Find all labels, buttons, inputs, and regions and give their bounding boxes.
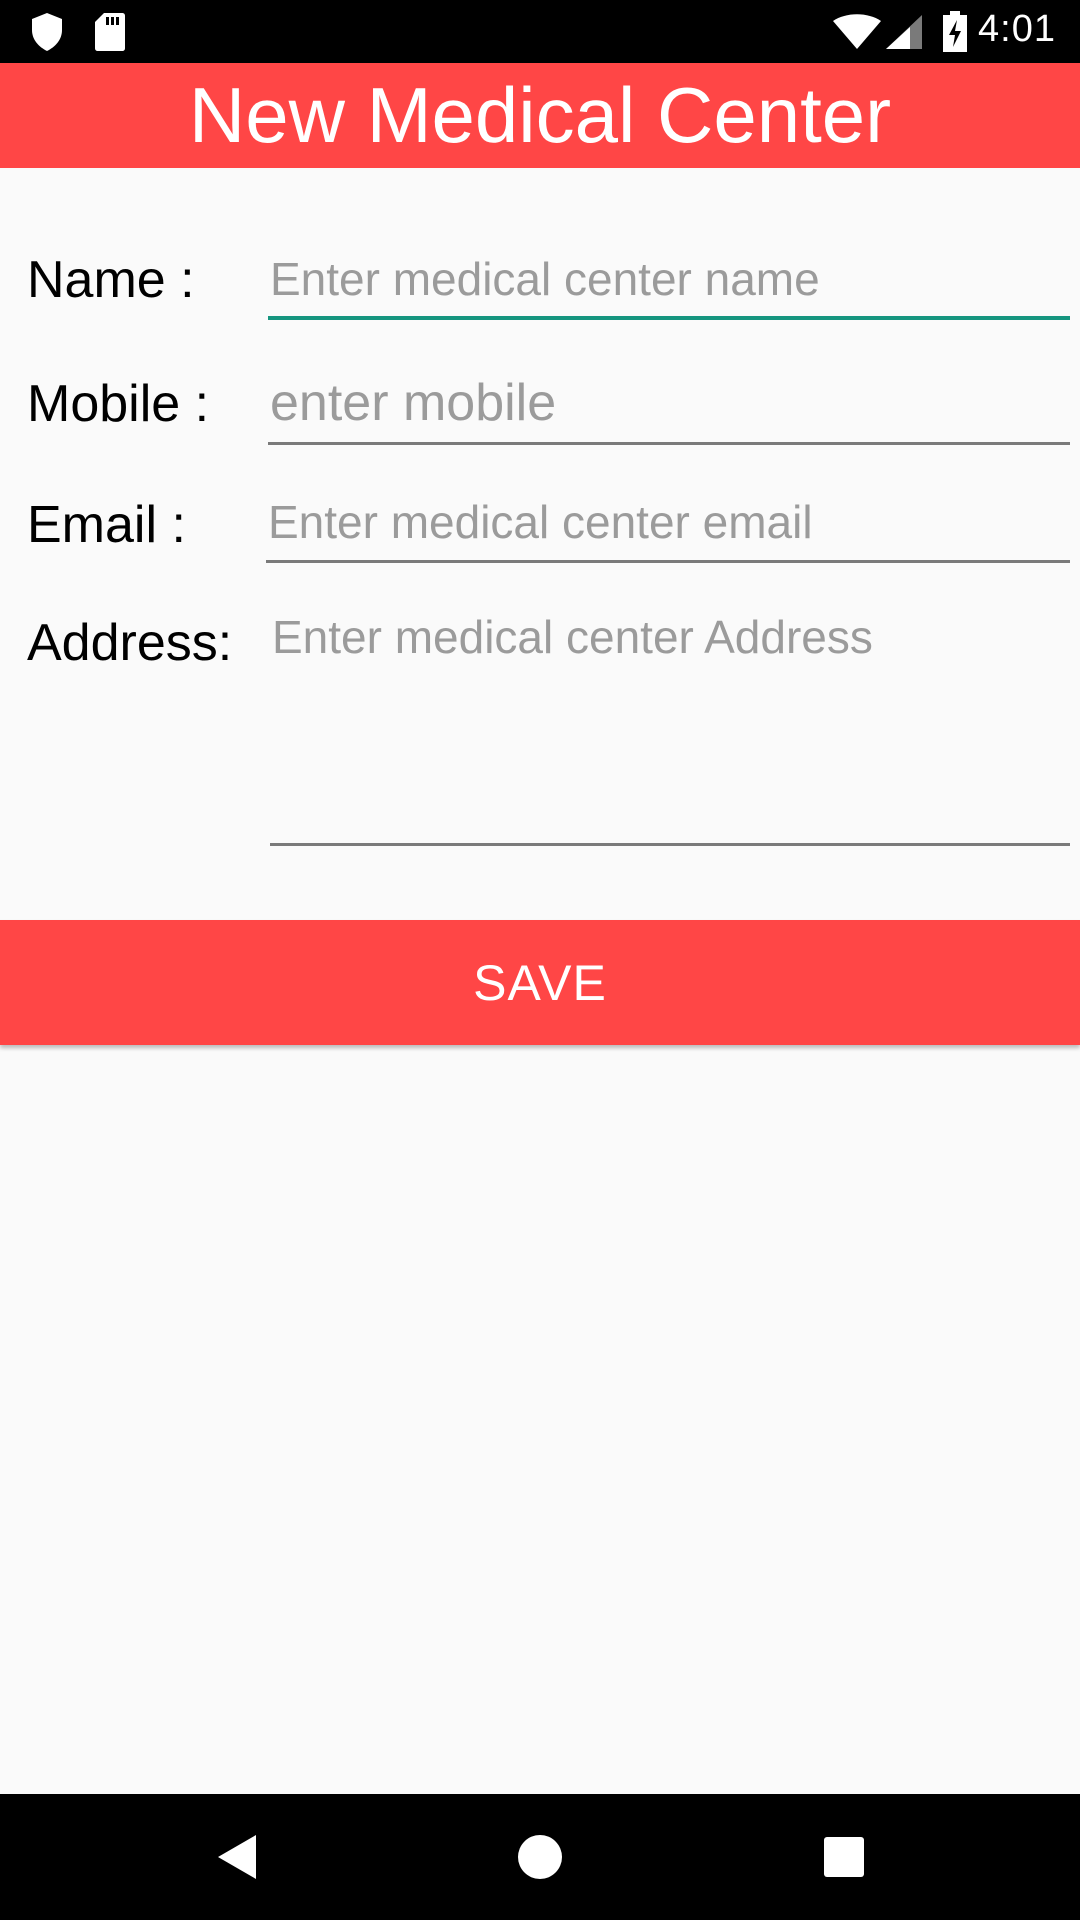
page-title: New Medical Center (188, 70, 892, 159)
home-icon[interactable] (510, 1827, 570, 1887)
name-underline (268, 316, 1070, 320)
recents-icon[interactable] (814, 1827, 874, 1887)
mobile-label: Mobile : (27, 375, 210, 433)
back-icon[interactable] (206, 1827, 266, 1887)
address-field[interactable] (270, 609, 1070, 839)
mobile-underline (268, 442, 1070, 445)
email-underline (266, 560, 1070, 563)
save-button[interactable]: SAVE (0, 920, 1080, 1045)
status-bar: 4:01 (0, 0, 1080, 63)
screen: 4:01 New Medical Center Name : Mobile : … (0, 0, 1080, 1920)
shield-icon (30, 12, 64, 57)
email-label: Email : (27, 496, 186, 554)
navigation-bar (0, 1794, 1080, 1920)
address-label: Address: (27, 614, 233, 672)
mobile-field[interactable] (268, 370, 1070, 436)
email-field[interactable] (266, 491, 1068, 553)
sd-card-icon (94, 12, 126, 57)
battery-charging-icon (942, 11, 968, 58)
wifi-icon (832, 14, 882, 55)
name-field[interactable] (268, 248, 1070, 310)
status-time: 4:01 (978, 8, 1056, 50)
app-bar: New Medical Center (0, 63, 1080, 168)
name-label: Name : (27, 251, 195, 309)
address-underline (270, 843, 1070, 846)
cell-signal-icon (884, 14, 924, 55)
